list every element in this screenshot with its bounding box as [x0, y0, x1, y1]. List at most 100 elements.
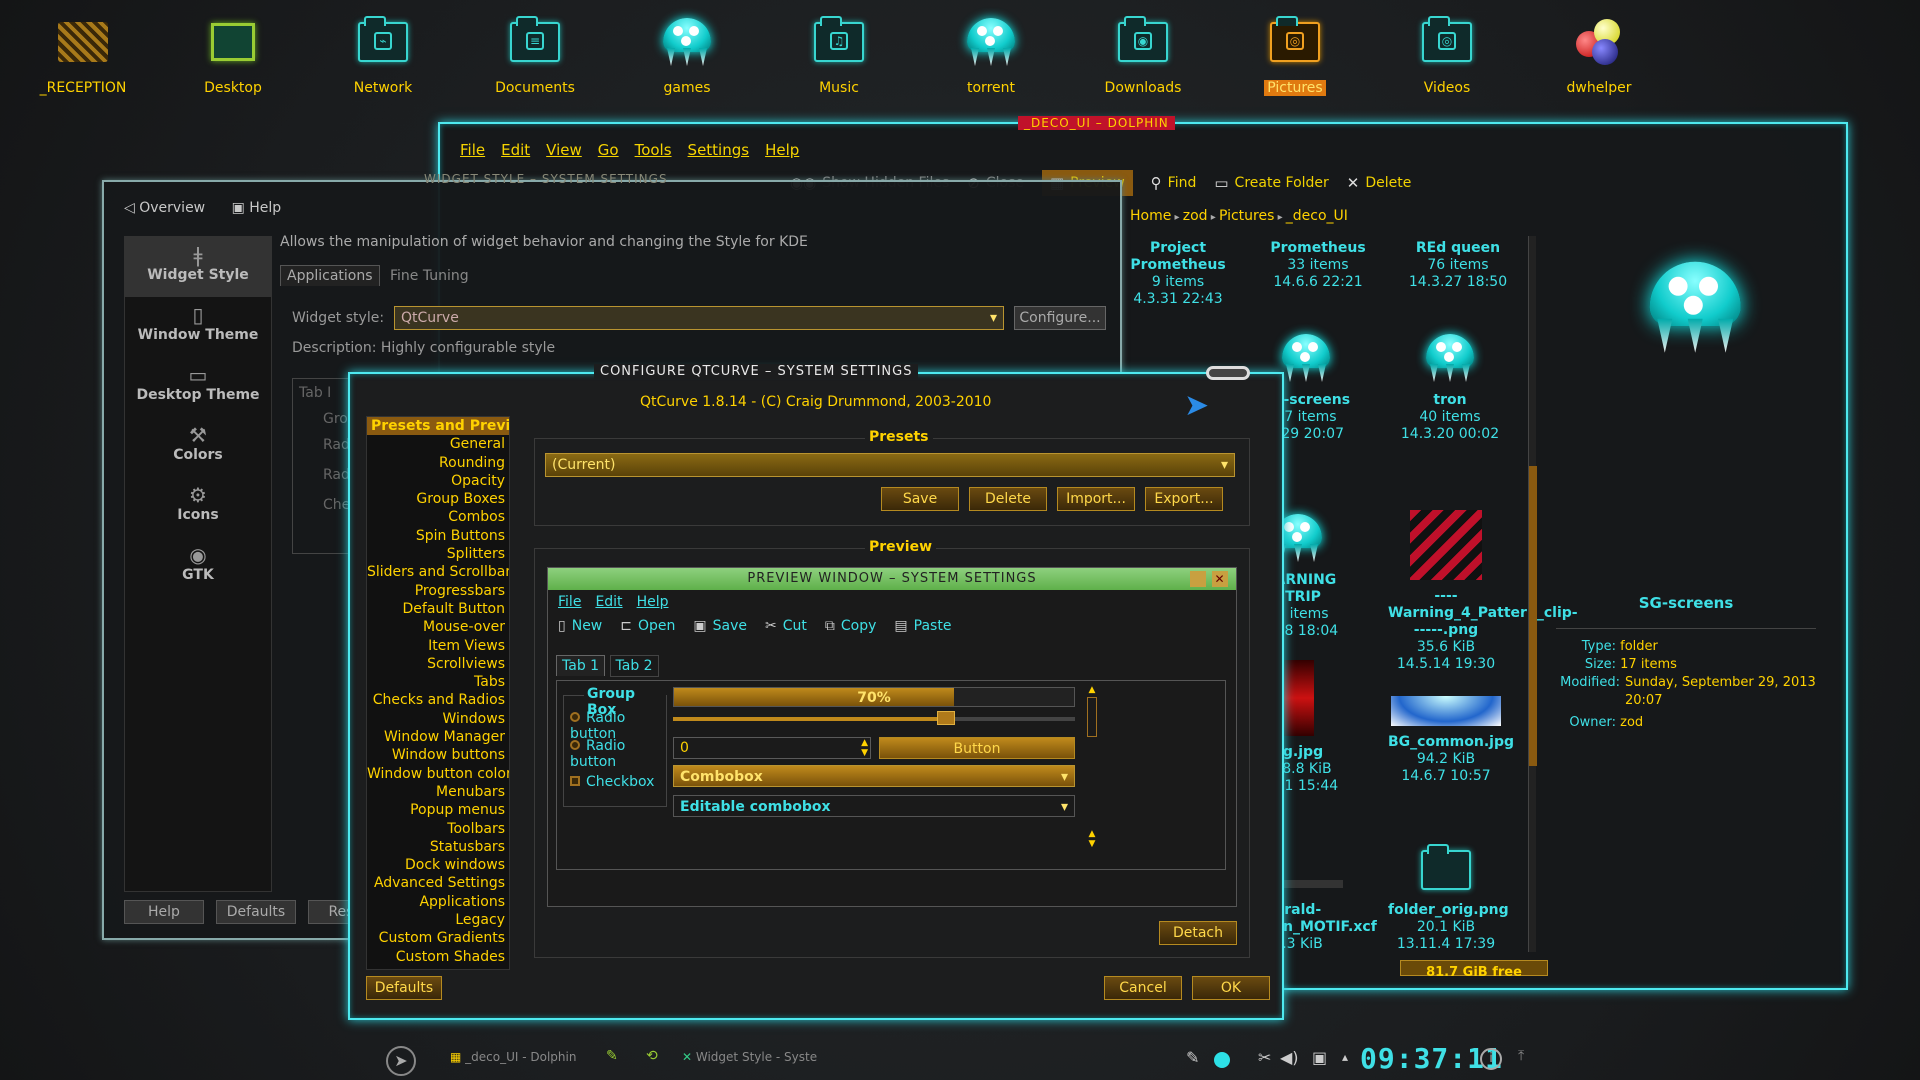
sidebar-item-icons[interactable]: ⚙ Icons: [125, 477, 271, 537]
sidebar-item-window-theme[interactable]: ▯ Window Theme: [125, 297, 271, 357]
menu-help[interactable]: Help: [765, 141, 799, 159]
dialog-toggle-icon[interactable]: [1206, 366, 1250, 380]
category-item[interactable]: Menubars: [367, 783, 509, 801]
breadcrumb-item[interactable]: Home: [1130, 208, 1171, 224]
breadcrumb-item[interactable]: Pictures: [1219, 208, 1274, 224]
editable-combobox[interactable]: Editable combobox: [673, 795, 1075, 818]
desktop-icon-games[interactable]: games: [622, 14, 752, 96]
desktop-icon-downloads[interactable]: ◉ Downloads: [1078, 14, 1208, 96]
category-item[interactable]: Checks and Radios: [367, 691, 509, 709]
edit-icon[interactable]: ✎: [1186, 1048, 1199, 1067]
preset-combobox[interactable]: (Current): [545, 453, 1235, 477]
preview-toolbar-save[interactable]: ▣ Save: [693, 618, 747, 634]
task-system-settings[interactable]: ✕ Widget Style - Syste: [682, 1050, 817, 1064]
preview-toolbar-cut[interactable]: ✂ Cut: [765, 618, 807, 634]
toolbar-find[interactable]: ⚲ Find: [1151, 174, 1197, 192]
defaults-button[interactable]: Defaults: [366, 976, 442, 1000]
desktop-icon-network[interactable]: ⌁ Network: [318, 14, 448, 96]
file-item[interactable]: REd queen 76 items 14.3.27 18:50: [1400, 240, 1516, 291]
category-item[interactable]: Window button colors: [367, 765, 509, 783]
spin-arrows-icon[interactable]: ▲ ▼: [861, 738, 868, 758]
radio-button-2[interactable]: Radio button: [570, 738, 666, 770]
toolbar-create-folder[interactable]: ▭ Create Folder: [1214, 174, 1328, 192]
preview-scrollbar[interactable]: ▲ ▲ ▼: [1085, 685, 1099, 861]
cancel-button[interactable]: Cancel: [1104, 976, 1182, 1000]
category-item[interactable]: Group Boxes: [367, 490, 509, 508]
file-view-scrollbar[interactable]: [1528, 236, 1537, 952]
desktop-icon-reception[interactable]: _RECEPTION: [18, 14, 148, 96]
toolbar-delete[interactable]: ✕ Delete: [1347, 174, 1412, 192]
tray-refresh-icon[interactable]: ⟲: [646, 1048, 658, 1064]
preset-save-button[interactable]: Save: [881, 487, 959, 511]
scrollbar-handle[interactable]: [1529, 466, 1537, 766]
category-item[interactable]: Progressbars: [367, 582, 509, 600]
widget-style-combobox[interactable]: QtCurve: [394, 306, 1004, 330]
configure-button[interactable]: Configure...: [1014, 306, 1106, 330]
menu-settings[interactable]: Settings: [688, 141, 750, 159]
launcher-icon[interactable]: ➤: [386, 1046, 416, 1076]
sidebar-item-desktop-theme[interactable]: ▭ Desktop Theme: [125, 357, 271, 417]
file-item[interactable]: Project Prometheus 9 items 4.3.31 22:43: [1120, 240, 1236, 308]
category-item[interactable]: Dock windows: [367, 856, 509, 874]
system-settings-title[interactable]: WIDGET STYLE – SYSTEM SETTINGS: [424, 172, 668, 186]
desktop-icon-videos[interactable]: ◎ Videos: [1382, 14, 1512, 96]
preview-menu-edit[interactable]: Edit: [595, 594, 622, 610]
preview-combobox[interactable]: Combobox: [673, 765, 1075, 788]
preset-delete-button[interactable]: Delete: [969, 487, 1047, 511]
volume-icon[interactable]: ◀): [1280, 1048, 1299, 1067]
tray-expand-icon[interactable]: ▴: [1342, 1050, 1348, 1064]
qtcurve-title[interactable]: CONFIGURE QTCURVE – SYSTEM SETTINGS: [594, 364, 919, 379]
category-item[interactable]: Custom Shades: [367, 948, 509, 966]
sidebar-item-colors[interactable]: ⚒ Colors: [125, 417, 271, 477]
category-item[interactable]: Legacy: [367, 911, 509, 929]
category-item[interactable]: Statusbars: [367, 838, 509, 856]
desktop-icon-music[interactable]: ♫ Music: [774, 14, 904, 96]
menu-file[interactable]: File: [460, 141, 485, 159]
desktop-icon-torrent[interactable]: torrent: [926, 14, 1056, 96]
preview-toolbar-new[interactable]: ▯ New: [558, 618, 602, 634]
sidebar-item-gtk[interactable]: ◉ GTK: [125, 537, 271, 597]
category-item[interactable]: Presets and Preview: [367, 417, 509, 436]
category-item[interactable]: Custom Gradients: [367, 929, 509, 947]
spin-box[interactable]: 0 ▲ ▼: [673, 737, 871, 759]
help-menu-button[interactable]: ▣ Help: [232, 200, 282, 216]
info-icon[interactable]: i: [1480, 1048, 1502, 1070]
settings-defaults-button[interactable]: Defaults: [216, 900, 296, 924]
file-item[interactable]: folder_orig.png 20.1 KiB 13.11.4 17:39: [1388, 840, 1509, 953]
category-item[interactable]: Opacity: [367, 472, 509, 490]
pin-icon[interactable]: ⤒: [1518, 1048, 1524, 1064]
category-item[interactable]: Splitters: [367, 545, 509, 563]
preset-export-button[interactable]: Export...: [1145, 487, 1223, 511]
category-item[interactable]: Window buttons: [367, 746, 509, 764]
slider[interactable]: [673, 711, 1075, 725]
dolphin-title[interactable]: _DECO_UI – DOLPHIN: [1018, 116, 1175, 130]
preview-toolbar-paste[interactable]: ▤ Paste: [894, 618, 951, 634]
minimize-icon[interactable]: [1190, 571, 1206, 587]
tab-2[interactable]: Tab 2: [609, 655, 659, 677]
category-item[interactable]: General: [367, 435, 509, 453]
status-dot-icon[interactable]: [1214, 1052, 1230, 1068]
ok-button[interactable]: OK: [1192, 976, 1270, 1000]
settings-help-button[interactable]: Help: [124, 900, 204, 924]
desktop-icon-documents[interactable]: ≡ Documents: [470, 14, 600, 96]
breadcrumb-item[interactable]: _deco_UI: [1286, 208, 1348, 224]
category-item[interactable]: Window Manager: [367, 728, 509, 746]
detach-button[interactable]: Detach: [1159, 921, 1237, 945]
category-item[interactable]: Sliders and Scrollbars: [367, 563, 509, 581]
tab-1[interactable]: Tab 1: [556, 655, 606, 676]
category-item[interactable]: Windows: [367, 710, 509, 728]
slider-handle[interactable]: [937, 711, 956, 725]
preview-toolbar-copy[interactable]: ⧉ Copy: [825, 618, 877, 634]
category-item[interactable]: Scrollviews: [367, 655, 509, 673]
category-item[interactable]: Spin Buttons: [367, 527, 509, 545]
category-item[interactable]: Item Views: [367, 637, 509, 655]
preview-menu-file[interactable]: File: [558, 594, 581, 610]
breadcrumb-item[interactable]: zod: [1183, 208, 1208, 224]
network-icon[interactable]: ▣: [1312, 1048, 1327, 1067]
checkbox[interactable]: Checkbox: [570, 774, 654, 790]
tab-fine-tuning[interactable]: Fine Tuning: [384, 266, 475, 286]
category-item[interactable]: Advanced Settings: [367, 874, 509, 892]
preview-menu-help[interactable]: Help: [637, 594, 669, 610]
preview-toolbar-open[interactable]: ⊏ Open: [620, 618, 675, 634]
category-item[interactable]: Applications: [367, 893, 509, 911]
